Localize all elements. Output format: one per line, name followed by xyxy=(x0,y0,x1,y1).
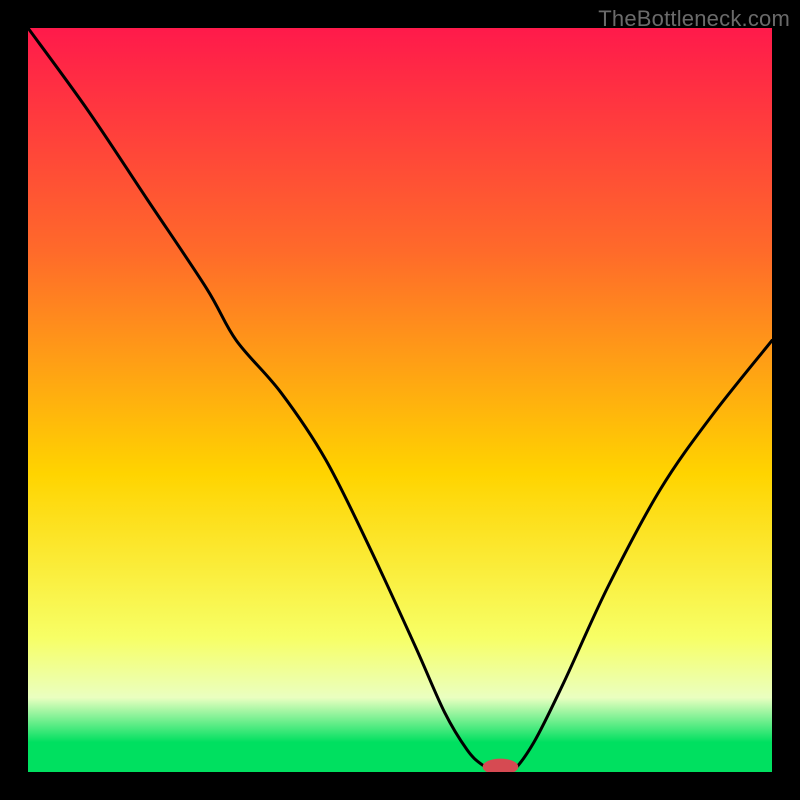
chart-frame: TheBottleneck.com xyxy=(0,0,800,800)
plot-area xyxy=(28,28,772,772)
optimum-marker xyxy=(28,28,772,772)
